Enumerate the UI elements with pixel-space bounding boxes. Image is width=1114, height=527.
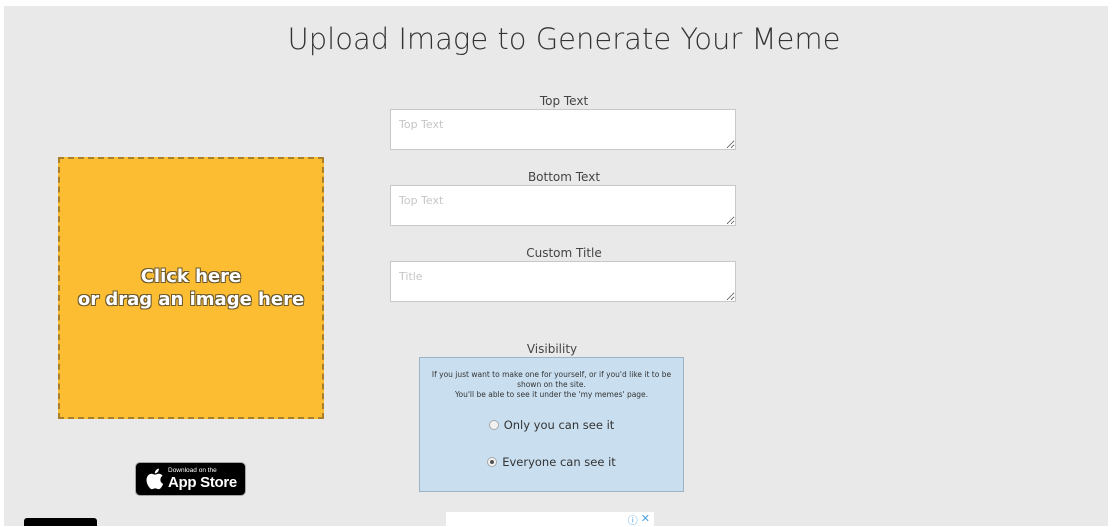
visibility-option-public[interactable]: Everyone can see it xyxy=(420,455,683,469)
visibility-info-line2: You'll be able to see it under the 'my m… xyxy=(454,390,649,399)
upload-instruction-line2: or drag an image here xyxy=(77,289,305,310)
radio-public[interactable] xyxy=(487,457,498,467)
custom-title-input[interactable] xyxy=(390,261,736,302)
top-text-label: Top Text xyxy=(539,94,589,108)
custom-title-label: Custom Title xyxy=(526,246,602,260)
radio-private[interactable] xyxy=(488,420,499,430)
visibility-option-public-label: Everyone can see it xyxy=(502,455,616,469)
visibility-option-private-label: Only you can see it xyxy=(503,418,615,432)
app-store-big-text: App Store xyxy=(168,474,237,491)
visibility-option-private[interactable]: Only you can see it xyxy=(420,418,683,432)
visibility-label: Visibility xyxy=(526,342,578,356)
visibility-panel: If you just want to make one for yoursel… xyxy=(419,357,684,492)
top-text-input[interactable] xyxy=(390,109,736,150)
bottom-text-label: Bottom Text xyxy=(527,170,601,184)
ad-close-icon[interactable]: ✕ xyxy=(641,512,650,527)
visibility-info-line1: If you just want to make one for yoursel… xyxy=(431,370,672,389)
corner-widget[interactable] xyxy=(24,518,97,526)
ad-banner: ⓘ ✕ xyxy=(446,512,654,527)
page-title: Upload Image to Generate Your Meme xyxy=(287,22,841,56)
image-upload-dropzone[interactable]: Click here or drag an image here xyxy=(58,157,324,419)
ad-info-icon[interactable]: ⓘ xyxy=(628,512,638,527)
bottom-text-input[interactable] xyxy=(390,185,736,226)
upload-instruction-line1: Click here xyxy=(140,266,242,287)
app-store-badge[interactable]: Download on the App Store xyxy=(135,462,246,496)
apple-icon xyxy=(146,468,164,490)
visibility-info: If you just want to make one for yoursel… xyxy=(420,370,683,400)
